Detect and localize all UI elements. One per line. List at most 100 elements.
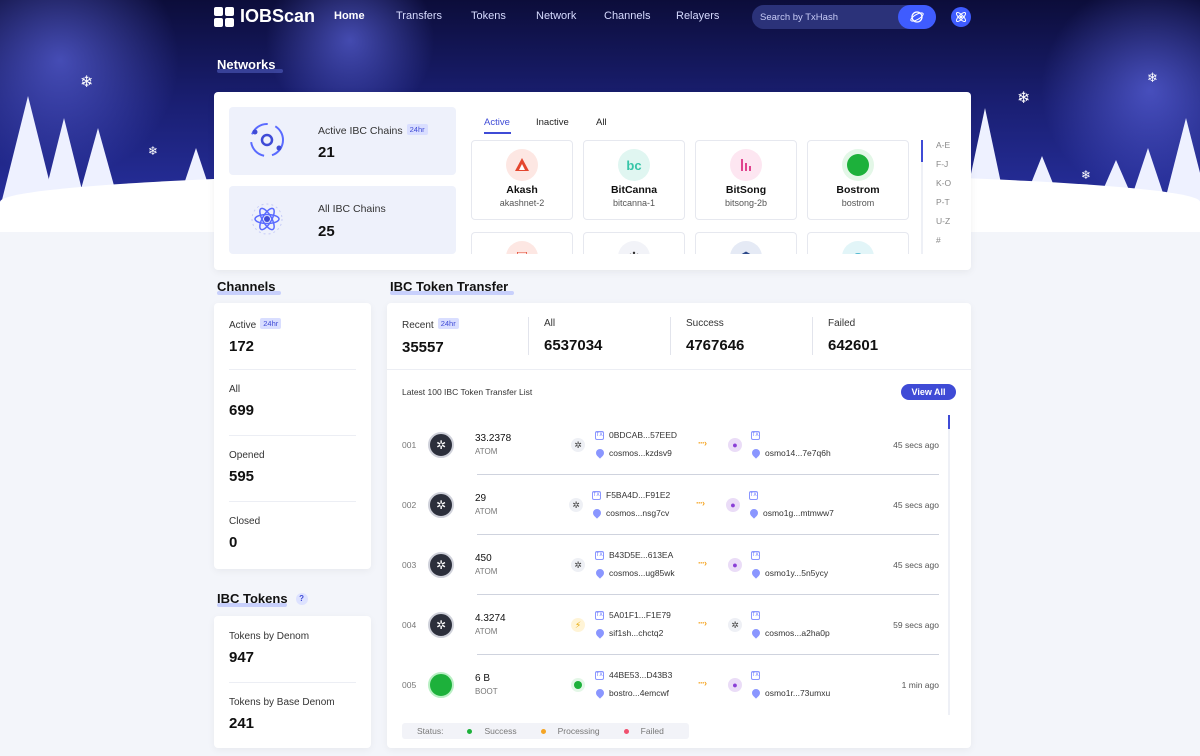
snowflake-icon: ❄ (1147, 70, 1158, 85)
chain-card-bitsong[interactable]: BitSong bitsong-2b (695, 140, 797, 220)
transfer-recent-label: Recent (402, 320, 434, 331)
tab-active[interactable]: Active (484, 117, 510, 128)
row-amount: 33.2378 (475, 433, 512, 444)
active-chains-box[interactable]: Active IBC Chains 24hr 21 (229, 107, 456, 175)
transfer-recent[interactable]: Recent 24hr 35557 (402, 318, 459, 356)
all-chains-value: 25 (318, 223, 335, 240)
transfer-all[interactable]: All 6537034 (544, 318, 602, 354)
chain-icon: ◎ (842, 241, 874, 254)
alpha-index-item[interactable]: F-J (936, 159, 951, 178)
row-tx-hash[interactable]: 0BDCAB...57EED (609, 430, 677, 440)
nav-home[interactable]: Home (334, 10, 365, 22)
cosmos-chain-icon: ✲ (569, 498, 583, 512)
chain-card-bostrom[interactable]: Bostrom bostrom (807, 140, 909, 220)
table-row[interactable]: 003 ✲ 450 ATOM ✲ TX B43D5E...613EA cosmo… (402, 535, 939, 595)
nav-channels[interactable]: Channels (604, 10, 650, 22)
row-to-address[interactable]: osmo14...7e7q6h (765, 448, 831, 458)
transfer-failed[interactable]: Failed 642601 (828, 318, 878, 354)
list-scrollbar[interactable] (948, 415, 950, 715)
network-switch-button[interactable] (951, 7, 971, 27)
chain-card-bitcanna[interactable]: bc BitCanna bitcanna-1 (583, 140, 685, 220)
row-from-address[interactable]: bostro...4emcwf (609, 688, 669, 698)
tab-all[interactable]: All (596, 117, 607, 128)
table-row[interactable]: 005 6 B BOOT TX 44BE53...D43B3 bostro...… (402, 655, 939, 715)
osmosis-chain-icon: ● (728, 678, 742, 692)
help-icon[interactable]: ? (295, 593, 308, 605)
nav-transfers[interactable]: Transfers (396, 10, 442, 22)
address-pin-icon (594, 627, 606, 639)
all-chains-box[interactable]: All IBC Chains 25 (229, 186, 456, 254)
table-row[interactable]: 002 ✲ 29 ATOM ✲ TX F5BA4D...F91E2 cosmos… (402, 475, 939, 535)
channels-active[interactable]: Active 24hr 172 (229, 318, 356, 355)
chain-icon: ⬢ (730, 241, 762, 254)
tab-inactive[interactable]: Inactive (536, 117, 569, 128)
row-to-address[interactable]: cosmos...a2ha0p (765, 628, 830, 638)
row-amount: 6 B (475, 673, 491, 684)
row-index: 005 (402, 680, 417, 690)
channels-closed[interactable]: Closed 0 (229, 516, 356, 551)
legend-failed: Failed (640, 726, 664, 736)
channels-all[interactable]: All 699 (229, 384, 356, 419)
address-pin-icon (594, 687, 606, 699)
tokens-by-denom[interactable]: Tokens by Denom 947 (229, 631, 356, 666)
row-denom: ATOM (475, 447, 498, 456)
chain-card-partial[interactable]: ◎ (807, 232, 909, 254)
nav-network[interactable]: Network (536, 10, 576, 22)
search-input[interactable] (752, 11, 892, 23)
row-tx-hash[interactable]: 44BE53...D43B3 (609, 670, 672, 680)
alpha-index-item[interactable]: A-E (936, 140, 951, 159)
transfer-title: IBC Token Transfer (390, 279, 514, 295)
row-time: 45 secs ago (893, 500, 939, 510)
row-index: 003 (402, 560, 417, 570)
tx-hash-icon: TX (751, 551, 760, 560)
row-tx-hash[interactable]: 5A01F1...F1E79 (609, 610, 671, 620)
transfer-arrow-icon: ···› (698, 558, 707, 568)
tx-hash-icon: TX (751, 611, 760, 620)
row-to-address[interactable]: osmo1y...5n5ycy (765, 568, 828, 578)
row-tx-hash[interactable]: B43D5E...613EA (609, 550, 673, 560)
osmosis-chain-icon: ● (728, 558, 742, 572)
channels-opened[interactable]: Opened 595 (229, 450, 356, 485)
chain-card-akash[interactable]: Akash akashnet-2 (471, 140, 573, 220)
tx-hash-icon: TX (751, 431, 760, 440)
chain-id: bitcanna-1 (612, 198, 656, 208)
table-row[interactable]: 004 ✲ 4.3274 ATOM ⚡ TX 5A01F1...F1E79 si… (402, 595, 939, 655)
transfer-arrow-icon: ···› (698, 618, 707, 628)
transfer-success[interactable]: Success 4767646 (686, 318, 744, 354)
alpha-index: A-E F-J K-O P-T U-Z # (936, 140, 951, 254)
transfer-arrow-icon: ···› (698, 678, 707, 688)
search-button[interactable] (898, 5, 936, 29)
transfer-all-value: 6537034 (544, 337, 603, 354)
row-from-address[interactable]: sif1sh...chctq2 (609, 628, 663, 638)
nav-tokens[interactable]: Tokens (471, 10, 506, 22)
legend-success: Success (484, 726, 517, 736)
nav-relayers[interactable]: Relayers (676, 10, 719, 22)
networks-title: Networks (217, 57, 283, 73)
legend-processing: Processing (557, 726, 600, 736)
row-tx-hash[interactable]: F5BA4D...F91E2 (606, 490, 670, 500)
row-to-address[interactable]: osmo1r...73umxu (765, 688, 830, 698)
chain-card-partial[interactable]: ⛨ (471, 232, 573, 254)
row-from-address[interactable]: cosmos...kzdsv9 (609, 448, 672, 458)
active-chains-icon (250, 123, 284, 157)
logo[interactable]: IOBScan (214, 6, 315, 27)
sifchain-chain-icon: ⚡ (571, 618, 585, 632)
alpha-index-item[interactable]: U-Z (936, 216, 951, 235)
alpha-index-item[interactable]: P-T (936, 197, 951, 216)
chain-card-partial[interactable]: ✻ (583, 232, 685, 254)
row-from-address[interactable]: cosmos...nsg7cv (606, 508, 669, 518)
row-amount: 4.3274 (475, 613, 506, 624)
alpha-index-item[interactable]: # (936, 235, 951, 254)
tokens-by-base-denom[interactable]: Tokens by Base Denom 241 (229, 697, 356, 732)
chain-card-partial[interactable]: ⬢ (695, 232, 797, 254)
table-row[interactable]: 001 ✲ 33.2378 ATOM ✲ TX 0BDCAB...57EED c… (402, 415, 939, 475)
cosmos-chain-icon: ✲ (571, 558, 585, 572)
view-all-button[interactable]: View All (901, 384, 956, 400)
chain-icon: ⛨ (506, 241, 538, 254)
alpha-index-item[interactable]: K-O (936, 178, 951, 197)
chain-name: BitSong (725, 184, 767, 196)
row-denom: ATOM (475, 507, 498, 516)
list-scrollbar-thumb[interactable] (948, 415, 950, 429)
row-to-address[interactable]: osmo1g...mtmww7 (763, 508, 834, 518)
row-from-address[interactable]: cosmos...ug85wk (609, 568, 675, 578)
